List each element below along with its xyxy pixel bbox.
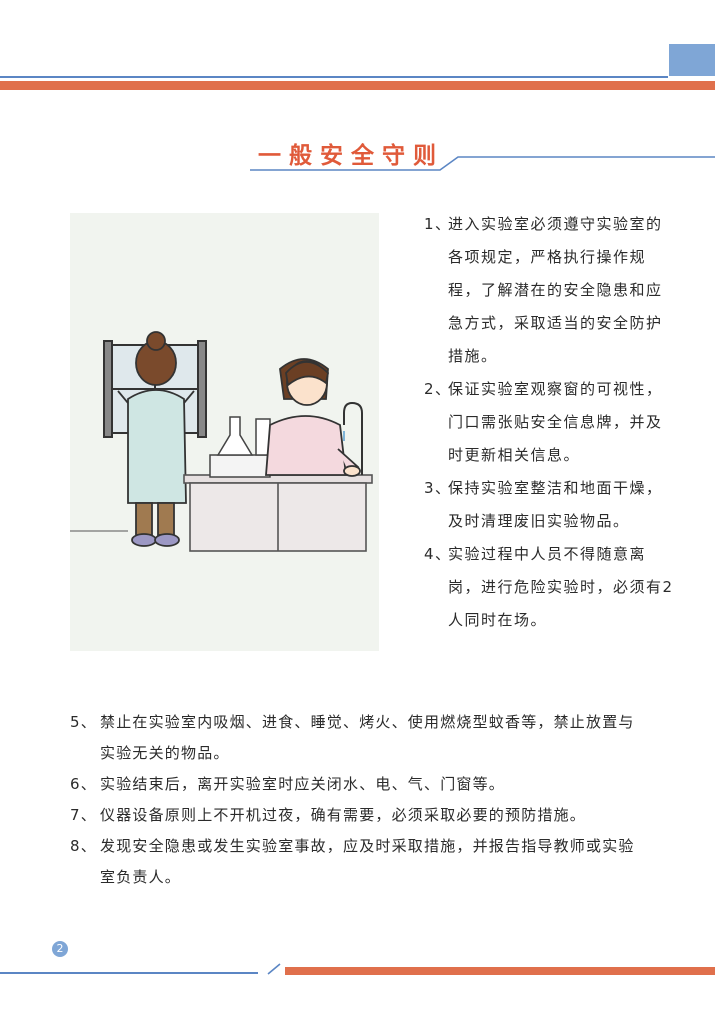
rule-number: 1、	[424, 215, 452, 233]
rule-item-7: 7、 仪器设备原则上不开机过夜，确有需要，必须采取必要的预防措施。	[70, 800, 650, 831]
rule-number: 6、	[70, 775, 97, 793]
rule-number: 5、	[70, 713, 97, 731]
rule-text: 仪器设备原则上不开机过夜，确有需要，必须采取必要的预防措施。	[100, 806, 587, 824]
person-front	[265, 358, 361, 477]
rule-text: 保证实验室观察窗的可视性，门口需张贴安全信息牌，并及时更新相关信息。	[448, 380, 663, 464]
rule-number: 2、	[424, 380, 452, 398]
rule-number: 3、	[424, 479, 452, 497]
lab-scene-image	[70, 331, 373, 552]
lab-counter	[183, 474, 373, 552]
rule-text: 保持实验室整洁和地面干燥，及时清理废旧实验物品。	[448, 479, 663, 530]
rule-text: 实验过程中人员不得随意离岗，进行危险实验时，必须有2人同时在场。	[448, 545, 674, 629]
rule-number: 4、	[424, 545, 452, 563]
rule-item-4: 4、 实验过程中人员不得随意离岗，进行危险实验时，必须有2人同时在场。	[424, 538, 674, 637]
rule-text: 进入实验室必须遵守实验室的各项规定，严格执行操作规程，了解潜在的安全隐患和应急方…	[448, 215, 663, 365]
rule-item-8: 8、 发现安全隐患或发生实验室事故，应及时采取措施，并报告指导教师或实验室负责人…	[70, 831, 650, 893]
rule-text: 发现安全隐患或发生实验室事故，应及时采取措施，并报告指导教师或实验室负责人。	[100, 837, 635, 886]
rule-item-6: 6、 实验结束后，离开实验室时应关闭水、电、气、门窗等。	[70, 769, 650, 800]
title-underline	[250, 156, 715, 171]
footer-rule-blue	[0, 972, 258, 974]
lab-illustration	[70, 213, 379, 651]
rule-item-5: 5、 禁止在实验室内吸烟、进食、睡觉、烤火、使用燃烧型蚊香等，禁止放置与实验无关…	[70, 707, 650, 769]
rule-item-3: 3、 保持实验室整洁和地面干燥，及时清理废旧实验物品。	[424, 472, 674, 538]
rule-item-2: 2、 保证实验室观察窗的可视性，门口需张贴安全信息牌，并及时更新相关信息。	[424, 373, 674, 472]
rule-text: 实验结束后，离开实验室时应关闭水、电、气、门窗等。	[100, 775, 506, 793]
rule-number: 8、	[70, 837, 97, 855]
rule-text: 禁止在实验室内吸烟、进食、睡觉、烤火、使用燃烧型蚊香等，禁止放置与实验无关的物品…	[100, 713, 635, 762]
rule-number: 7、	[70, 806, 97, 824]
footer-bar-orange	[285, 967, 715, 975]
rule-item-1: 1、 进入实验室必须遵守实验室的各项规定，严格执行操作规程，了解潜在的安全隐患和…	[424, 208, 674, 373]
glassware	[209, 416, 271, 478]
rules-list-right: 1、 进入实验室必须遵守实验室的各项规定，严格执行操作规程，了解潜在的安全隐患和…	[424, 208, 674, 637]
rules-list-bottom: 5、 禁止在实验室内吸烟、进食、睡觉、烤火、使用燃烧型蚊香等，禁止放置与实验无关…	[70, 707, 650, 893]
page-number: 2	[52, 941, 68, 957]
